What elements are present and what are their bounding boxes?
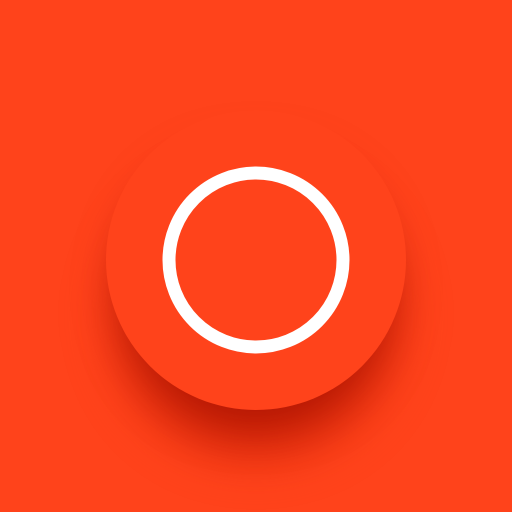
app-icon[interactable] [0, 0, 512, 512]
ring-stroke [162, 166, 350, 354]
ring-icon-svg [162, 166, 350, 354]
ring-icon [162, 166, 350, 354]
